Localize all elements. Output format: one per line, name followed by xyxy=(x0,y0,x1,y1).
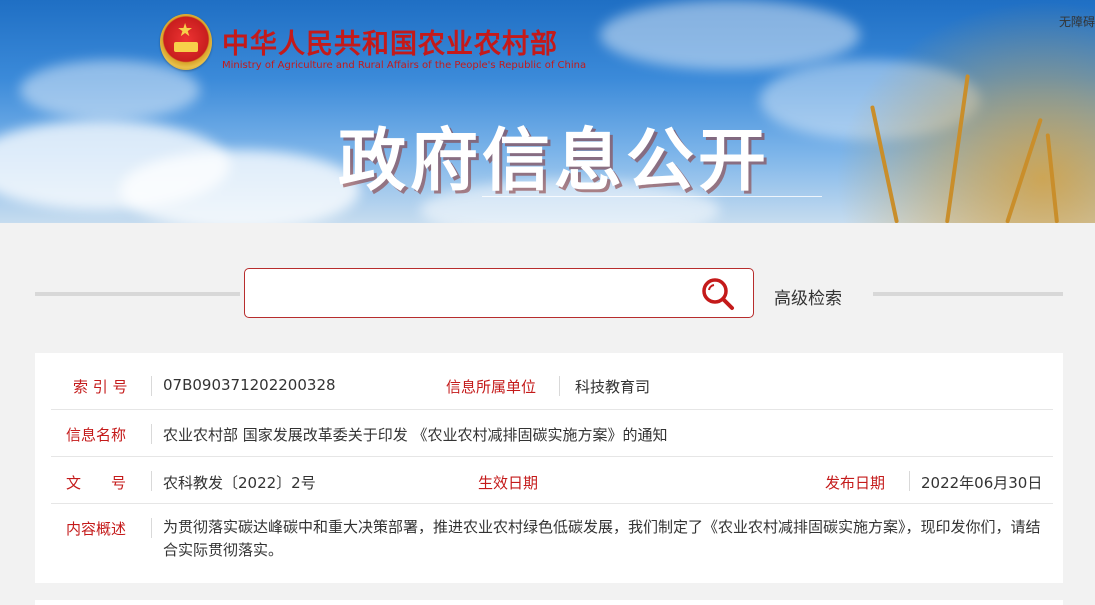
info-row-doc: 文 号 农科教发〔2022〕2号 生效日期 发布日期 2022年06月30日 xyxy=(51,457,1053,504)
wheat-decoration xyxy=(835,0,1095,223)
separator xyxy=(151,471,152,491)
search-icon[interactable] xyxy=(700,276,736,312)
info-row-name: 信息名称 农业农村部 国家发展改革委关于印发 《农业农村减排固碳实施方案》的通知 xyxy=(51,410,1053,457)
name-label: 信息名称 xyxy=(66,426,127,444)
advanced-search-link[interactable]: 高级检索 xyxy=(774,284,842,309)
national-emblem-icon: ★ xyxy=(160,14,212,70)
cloud-decoration xyxy=(600,0,860,70)
effective-date-label: 生效日期 xyxy=(478,474,539,492)
index-value: 07B090371202200328 xyxy=(163,376,336,394)
divider-left xyxy=(35,292,240,296)
info-row-index: 索 引 号 07B090371202200328 信息所属单位 科技教育司 xyxy=(51,363,1053,410)
section-title: 政府信息公开 xyxy=(338,122,771,201)
publish-date-value: 2022年06月30日 xyxy=(921,474,1043,492)
unit-label: 信息所属单位 xyxy=(446,378,537,396)
accessibility-link[interactable]: 无障碍 xyxy=(1059,13,1095,30)
separator xyxy=(559,376,560,396)
index-label: 索 引 号 xyxy=(73,378,128,396)
separator xyxy=(151,424,152,444)
summary-label: 内容概述 xyxy=(66,520,127,538)
unit-value: 科技教育司 xyxy=(575,378,651,396)
separator xyxy=(151,376,152,396)
next-panel-edge xyxy=(35,600,1063,605)
separator xyxy=(151,518,152,538)
info-row-summary: 内容概述 为贯彻落实碳达峰碳中和重大决策部署，推进农业农村绿色低碳发展，我们制定… xyxy=(51,504,1053,574)
search-box xyxy=(244,268,754,318)
cloud-decoration xyxy=(20,60,200,120)
doc-value: 农科教发〔2022〕2号 xyxy=(163,474,316,492)
ministry-name-en: Ministry of Agriculture and Rural Affair… xyxy=(222,60,587,71)
summary-value: 为贯彻落实碳达峰碳中和重大决策部署，推进农业农村绿色低碳发展，我们制定了《农业农… xyxy=(163,518,1041,559)
title-underline xyxy=(482,196,822,197)
header-banner: ★ 中华人民共和国农业农村部 Ministry of Agriculture a… xyxy=(0,0,1095,223)
divider-right xyxy=(873,292,1063,296)
search-input[interactable] xyxy=(255,277,689,311)
doc-label: 文 号 xyxy=(66,474,127,492)
cloud-decoration xyxy=(120,150,360,223)
publish-date-label: 发布日期 xyxy=(825,474,886,492)
separator xyxy=(909,471,910,491)
name-value: 农业农村部 国家发展改革委关于印发 《农业农村减排固碳实施方案》的通知 xyxy=(163,426,668,444)
info-panel: 索 引 号 07B090371202200328 信息所属单位 科技教育司 信息… xyxy=(35,353,1063,583)
ministry-name-cn[interactable]: 中华人民共和国农业农村部 xyxy=(222,22,558,61)
